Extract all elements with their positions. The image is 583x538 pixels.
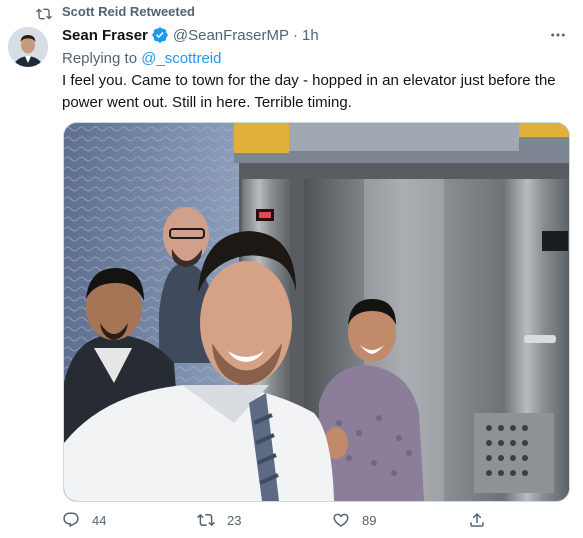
like-count: 89 — [362, 512, 377, 528]
tweet-photo[interactable] — [63, 122, 570, 502]
mention-link[interactable]: @_scottreid — [141, 50, 221, 67]
heart-icon — [333, 513, 349, 527]
reply-button[interactable]: 44 — [62, 511, 106, 529]
tweet-text-line: power went out. Still in here. Terrible … — [62, 94, 352, 111]
tweet-text: I feel you. Came to town for the day - h… — [62, 70, 567, 114]
avatar-image — [8, 27, 48, 67]
reply-count: 44 — [92, 512, 107, 528]
elevator-selfie-image — [64, 123, 569, 501]
avatar[interactable] — [8, 27, 48, 67]
verified-badge-icon — [152, 27, 168, 43]
author-handle[interactable]: @SeanFraserMP — [173, 27, 289, 44]
replying-to-label: Replying to — [62, 50, 142, 67]
retweet-icon — [197, 513, 215, 527]
retweet-count: 23 — [227, 512, 242, 528]
tweet-header: Sean Fraser @SeanFraserMP · 1h — [62, 26, 319, 44]
share-icon — [470, 512, 484, 527]
replying-to: Replying to @_scottreid — [62, 50, 221, 67]
tweet-actions: 44 23 89 — [62, 511, 492, 535]
retweeted-by-label[interactable]: Scott Reid Retweeted — [62, 4, 195, 19]
separator-dot: · — [293, 26, 298, 44]
more-dots-icon — [551, 33, 565, 37]
share-button[interactable] — [468, 511, 486, 529]
retweet-icon — [36, 8, 52, 20]
reply-icon — [63, 512, 79, 528]
author-name[interactable]: Sean Fraser — [62, 27, 148, 44]
retweet-context — [36, 5, 52, 23]
more-options-button[interactable] — [547, 24, 569, 46]
retweet-button[interactable]: 23 — [197, 511, 241, 529]
tweet-timestamp[interactable]: 1h — [302, 27, 319, 44]
tweet-text-line: I feel you. Came to town for the day - h… — [62, 72, 556, 89]
like-button[interactable]: 89 — [332, 511, 376, 529]
